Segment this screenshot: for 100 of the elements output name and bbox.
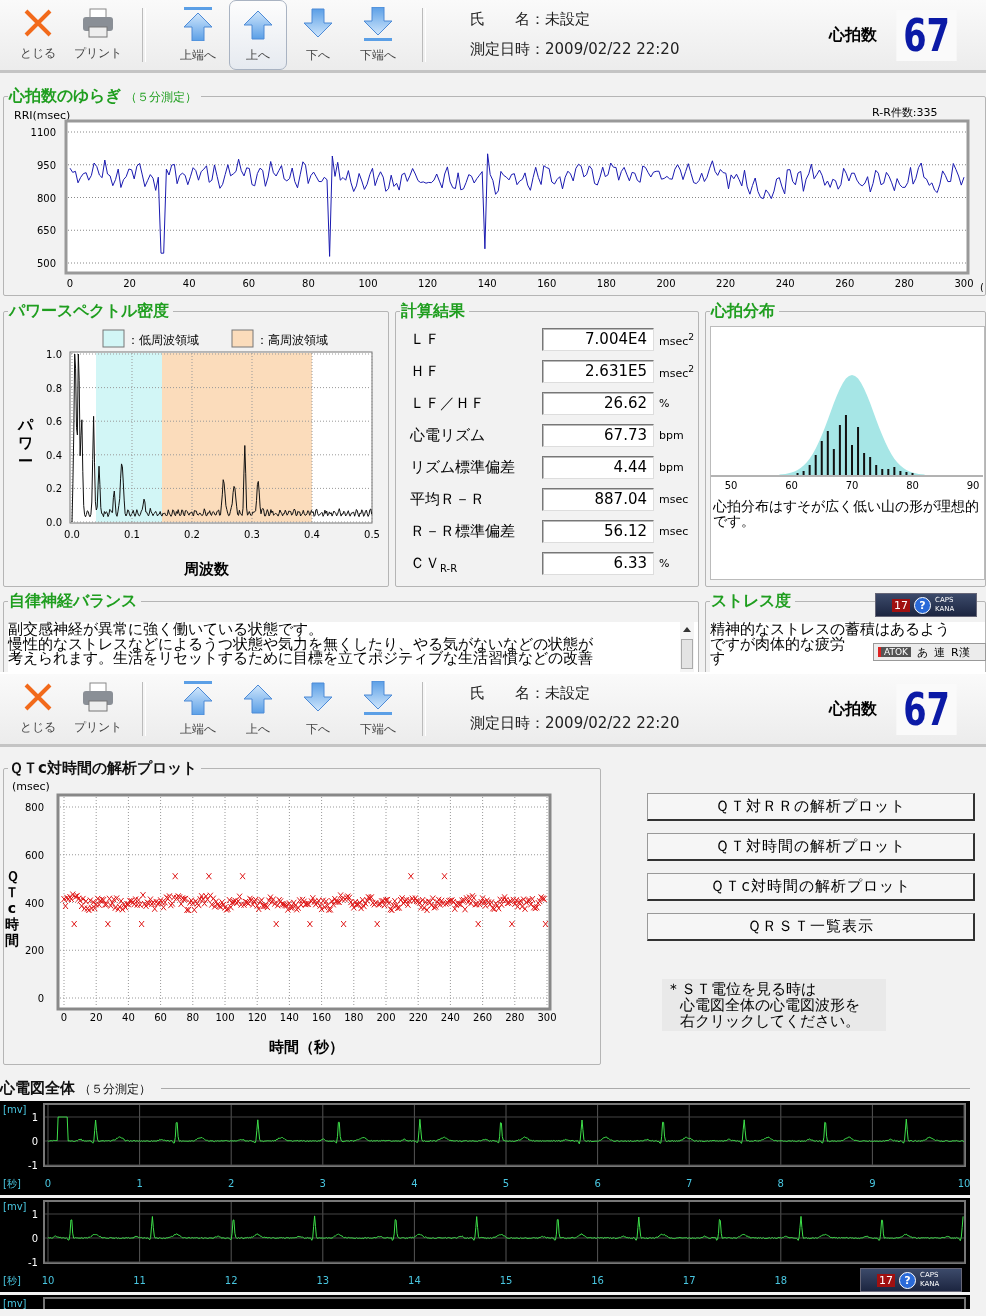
axis-tick: 11 bbox=[133, 1275, 146, 1286]
legend-label: ：低周波領域 bbox=[127, 333, 199, 347]
axis-tick: 240 bbox=[775, 278, 795, 289]
axis-tick: 10 bbox=[957, 1178, 970, 1189]
heart-rate-label: 心拍数 bbox=[828, 698, 877, 720]
axis-tick: -1 bbox=[28, 1160, 38, 1171]
result-unit: bpm bbox=[659, 429, 684, 442]
axis-tick: 600 bbox=[24, 849, 44, 861]
axis-tick: 260 bbox=[473, 1012, 493, 1023]
distribution-comment: 心拍分布はすそが広く低い山の形が理想的です。 bbox=[713, 499, 980, 529]
axis-unit: ( bbox=[980, 282, 984, 292]
result-unit: bpm bbox=[659, 461, 684, 474]
axis-tick: 6 bbox=[594, 1178, 601, 1189]
axis-tick: 0.3 bbox=[244, 529, 260, 540]
section-title: 計算結果 bbox=[401, 301, 465, 322]
axis-tick: 140 bbox=[279, 1012, 299, 1023]
axis-tick: 300 bbox=[954, 278, 974, 289]
result-unit: msec$^{2}$ bbox=[659, 331, 695, 348]
axis-tick: 20 bbox=[89, 1012, 103, 1023]
section-title: 心拍分布 bbox=[711, 301, 775, 322]
axis-tick: 300 bbox=[537, 1012, 557, 1023]
axis-tick: 100 bbox=[215, 1012, 235, 1023]
axis-tick: 180 bbox=[344, 1012, 364, 1023]
axis-tick: 80 bbox=[186, 1012, 200, 1023]
date-label: 測定日時： bbox=[470, 713, 545, 733]
date-value: 2009/02/22 22:20 bbox=[545, 713, 680, 733]
axis-tick: 0 bbox=[31, 1233, 38, 1244]
axis-tick: -1 bbox=[28, 1257, 38, 1268]
axis-tick: 0.8 bbox=[46, 382, 62, 394]
section-subtitle: （５分測定） bbox=[79, 1081, 151, 1098]
section-title: パワースペクトル密度 bbox=[9, 301, 169, 322]
axis-tick: 0.0 bbox=[46, 517, 62, 528]
axis-tick: 800 bbox=[36, 192, 56, 204]
axis-unit: [mv] bbox=[3, 1201, 27, 1212]
date-label: 測定日時： bbox=[470, 39, 545, 59]
result-unit: % bbox=[659, 557, 670, 570]
axis-tick: 0 bbox=[44, 1178, 52, 1189]
axis-tick: 18 bbox=[774, 1275, 788, 1286]
axis-tick: 180 bbox=[596, 278, 616, 289]
axis-tick: 280 bbox=[894, 278, 914, 289]
axis-tick: 0 bbox=[60, 1012, 68, 1023]
text-line: 慢性的なストレスなどによるうつ状態や気力を無くしたり、やる気がないなどの状態が bbox=[8, 636, 593, 651]
axis-tick: 0 bbox=[66, 278, 74, 289]
axis-tick: 12 bbox=[224, 1275, 238, 1286]
result-label: ＣＶ$_{R-R}$ bbox=[410, 553, 459, 574]
axis-tick: 160 bbox=[312, 1012, 332, 1023]
axis-tick: 0.4 bbox=[46, 449, 62, 461]
axis-tick: 14 bbox=[408, 1275, 421, 1286]
axis-tick: 20 bbox=[123, 278, 136, 289]
axis-tick: 200 bbox=[24, 945, 44, 957]
axis-tick: 1 bbox=[31, 1209, 38, 1220]
axis-tick: 1 bbox=[31, 1112, 38, 1123]
section-title: ストレス度 bbox=[711, 591, 791, 612]
axis-tick: 200 bbox=[376, 1012, 396, 1023]
axis-unit: (msec) bbox=[12, 780, 50, 793]
axis-tick: 140 bbox=[477, 278, 497, 289]
axis-tick: 80 bbox=[302, 278, 315, 289]
axis-tick: 1 bbox=[136, 1178, 143, 1189]
axis-tick: 0.0 bbox=[64, 529, 80, 540]
axis-tick: 0.6 bbox=[46, 416, 62, 428]
axis-tick: 400 bbox=[24, 897, 44, 909]
date-value: 2009/02/22 22:20 bbox=[545, 39, 680, 59]
axis-unit: [mv] bbox=[3, 1104, 27, 1115]
section-title: ＱＴc対時間の解析プロット bbox=[9, 759, 197, 778]
axis-tick: 220 bbox=[408, 1012, 428, 1023]
axis-tick: 260 bbox=[835, 278, 855, 289]
axis-tick: 90 bbox=[966, 480, 980, 491]
note-line: ＊ＳＴ電位を見る時は bbox=[666, 981, 816, 997]
axis-tick: 4 bbox=[411, 1178, 418, 1189]
axis-tick: 5 bbox=[502, 1178, 510, 1189]
axis-tick: 160 bbox=[537, 278, 557, 289]
axis-tick: 2 bbox=[228, 1178, 235, 1189]
axis-tick: 500 bbox=[36, 258, 56, 269]
axis-tick: 240 bbox=[440, 1012, 460, 1023]
axis-tick: 10 bbox=[41, 1275, 55, 1286]
text-line: 考えられます。生活をリセットするために目標を立てポジティブな生活習慣などの改善 bbox=[8, 651, 593, 666]
axis-unit: RRI(msec) bbox=[14, 109, 71, 122]
axis-tick: 120 bbox=[418, 278, 438, 289]
axis-tick: 0 bbox=[37, 993, 44, 1004]
axis-tick: 3 bbox=[319, 1178, 326, 1189]
heart-rate-label: 心拍数 bbox=[828, 24, 877, 46]
axis-tick: 60 bbox=[154, 1012, 167, 1023]
result-label: ＨＦ bbox=[410, 362, 441, 381]
result-label: 心電リズム bbox=[410, 426, 486, 445]
result-value-field: 2.631E5 bbox=[542, 360, 654, 383]
axis-title: 時間（秒） bbox=[268, 1038, 344, 1056]
result-unit: % bbox=[659, 397, 670, 410]
axis-tick: 0.5 bbox=[364, 529, 380, 540]
result-unit: msec bbox=[659, 493, 689, 506]
axis-tick: 60 bbox=[785, 480, 798, 491]
axis-tick: 9 bbox=[869, 1178, 876, 1189]
axis-tick: 50 bbox=[724, 480, 738, 491]
axis-tick: 15 bbox=[499, 1275, 513, 1286]
result-label: Ｒ－Ｒ標準偏差 bbox=[410, 522, 516, 541]
result-label: リズム標準偏差 bbox=[410, 458, 516, 477]
axis-tick: 950 bbox=[36, 159, 56, 171]
result-value-field: 67.73 bbox=[542, 424, 654, 447]
axis-unit: [秒] bbox=[3, 1178, 21, 1189]
text-line: 副交感神経が異常に強く働いている状態です。 bbox=[8, 622, 323, 637]
text-line: ですが肉体的な疲労 bbox=[710, 636, 845, 651]
